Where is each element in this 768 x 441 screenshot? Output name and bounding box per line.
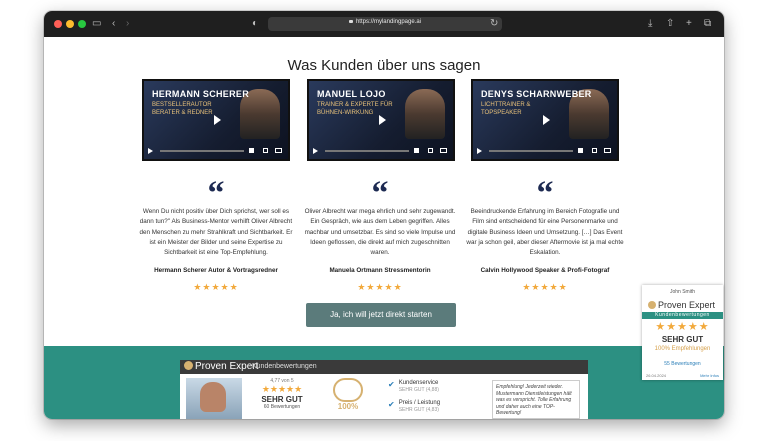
testimonial-text: Wenn Du nicht positiv über Dich sprichst… — [139, 208, 293, 257]
video-controls[interactable] — [148, 147, 284, 155]
seek-bar[interactable] — [160, 150, 244, 152]
recommend-percent: 100% — [337, 402, 359, 411]
widget-logo: Proven Expert — [658, 300, 716, 310]
banner-subtitle: Kundenbewertungen — [252, 363, 317, 370]
play-icon[interactable] — [214, 115, 221, 125]
video-controls[interactable] — [313, 147, 449, 155]
lock-icon — [348, 20, 353, 23]
rating-grade: SEHR GUT — [261, 395, 303, 404]
review-note: Empfehlung! Jederzeit wieder. Mustermann… — [492, 380, 580, 419]
criterion-value: SEHR GUT (4,83) — [398, 407, 439, 413]
rating-stars: ★★★★★ — [193, 282, 239, 292]
tabs-icon[interactable]: ⧉ — [704, 17, 711, 31]
video-player-2[interactable]: MANUEL LOJO TRAINER & EXPERTE FÜR BÜHNEN… — [307, 79, 455, 161]
check-icon: ✔ — [388, 400, 395, 409]
video-player-3[interactable]: DENYS SCHARNWEBER LICHTTRAINER & TOPSPEA… — [471, 79, 619, 161]
criterion-label: Kundenservice — [398, 380, 439, 386]
volume-icon[interactable] — [414, 148, 419, 153]
testimonial-author: Hermann Scherer Autor & Vortragsredner — [154, 267, 278, 274]
zoom-window-button[interactable] — [78, 20, 86, 28]
volume-icon[interactable] — [578, 148, 583, 153]
speaker-photo — [405, 89, 445, 139]
criterion-label: Preis / Leistung — [398, 400, 441, 406]
play-icon[interactable] — [477, 148, 482, 154]
widget-name: John Smith — [669, 289, 695, 295]
shield-icon[interactable]: ◐ — [252, 17, 258, 31]
video-title: MANUEL LOJO — [317, 89, 386, 99]
video-controls[interactable] — [477, 147, 613, 155]
provenexpert-banner[interactable]: Proven Expert Kundenbewertungen 4,77 von… — [180, 360, 588, 419]
page-content: Was Kunden über uns sagen HERMANN SCHERE… — [44, 37, 724, 419]
play-icon[interactable] — [379, 115, 386, 125]
share-icon[interactable]: ⇧ — [666, 17, 674, 31]
widget-band: Kundenbewertungen — [642, 312, 723, 319]
recommendation: 100% — [328, 378, 368, 411]
provenexpert-logo: Proven Expert — [195, 361, 259, 372]
address-bar[interactable]: https://mylandingpage.ai — [268, 17, 502, 31]
seek-bar[interactable] — [325, 150, 409, 152]
fullscreen-icon[interactable] — [428, 148, 433, 153]
people-icon — [333, 378, 363, 402]
quote-icon: “ — [207, 175, 225, 212]
play-icon[interactable] — [543, 115, 550, 125]
page-heading: Was Kunden über uns sagen — [287, 57, 481, 74]
criterion-row: ✔ Kundenservice SEHR GUT (4,88) — [388, 380, 468, 394]
reload-icon[interactable]: ↻ — [490, 17, 498, 31]
fullscreen-icon[interactable] — [263, 148, 268, 153]
widget-grade: SEHR GUT — [661, 335, 704, 344]
provenexpert-logo-icon — [184, 361, 193, 370]
testimonial-text: Beeindruckende Erfahrung im Bereich Foto… — [466, 208, 624, 257]
play-icon[interactable] — [148, 148, 153, 154]
close-window-button[interactable] — [54, 20, 62, 28]
testimonial-author: Manuela Ortmann Stressmentorin — [329, 267, 431, 274]
widget-review-count[interactable]: 55 Bewertungen — [642, 361, 723, 367]
criterion-value: SEHR GUT (4,88) — [398, 387, 439, 393]
widget-more-link[interactable]: Mehr Infos — [700, 373, 719, 378]
testimonial-text: Oliver Albrecht war mega ehrlich und seh… — [304, 208, 456, 257]
back-icon[interactable]: ‹ — [112, 17, 115, 31]
seek-bar[interactable] — [489, 150, 573, 152]
new-tab-icon[interactable]: + — [686, 17, 692, 31]
video-title: HERMANN SCHERER — [152, 89, 250, 99]
widget-date: 26.04.2024 — [646, 373, 667, 378]
airplay-icon[interactable] — [604, 148, 611, 153]
provenexpert-logo-icon — [648, 301, 656, 309]
check-icon: ✔ — [388, 380, 395, 389]
minimize-window-button[interactable] — [66, 20, 74, 28]
testimonial-author: Calvin Hollywood Speaker & Profi-Fotogra… — [480, 267, 610, 274]
widget-recommend: 100% Empfehlungen — [654, 346, 711, 352]
quote-icon: “ — [536, 175, 554, 212]
fullscreen-icon[interactable] — [592, 148, 597, 153]
reviewer-photo — [186, 378, 242, 419]
review-count: 60 Bewertungen — [263, 404, 301, 410]
browser-window: ▭ ‹ › ◐ https://mylandingpage.ai ↻ ⤓ ⇧ +… — [44, 11, 724, 419]
url-text: https://mylandingpage.ai — [355, 19, 422, 25]
play-icon[interactable] — [313, 148, 318, 154]
quote-icon: “ — [371, 175, 389, 212]
cta-button[interactable]: Ja, ich will jetzt direkt starten — [306, 303, 456, 327]
rating-stars: ★★★★★ — [357, 282, 403, 292]
browser-toolbar: ▭ ‹ › ◐ https://mylandingpage.ai ↻ ⤓ ⇧ +… — [44, 11, 724, 37]
airplay-icon[interactable] — [275, 148, 282, 153]
forward-icon[interactable]: › — [126, 17, 129, 31]
video-title: DENYS SCHARNWEBER — [481, 89, 592, 99]
video-player-1[interactable]: HERMANN SCHERER BESTSELLERAUTOR BERATER … — [142, 79, 290, 161]
volume-icon[interactable] — [249, 148, 254, 153]
sidebar-icon[interactable]: ▭ — [92, 17, 101, 31]
download-icon[interactable]: ⤓ — [648, 17, 652, 31]
rating-stars: ★★★★★ — [522, 282, 568, 292]
rating-stars: ★★★★★ — [261, 384, 303, 394]
airplay-icon[interactable] — [440, 148, 447, 153]
widget-stars: ★★★★★ — [655, 321, 710, 333]
provenexpert-widget[interactable]: John Smith Proven Expert Kundenbewertung… — [642, 285, 723, 380]
criterion-row: ✔ Preis / Leistung SEHR GUT (4,83) — [388, 400, 468, 414]
rating-summary: 4,77 von 5 ★★★★★ SEHR GUT 60 Bewertungen — [254, 378, 310, 410]
